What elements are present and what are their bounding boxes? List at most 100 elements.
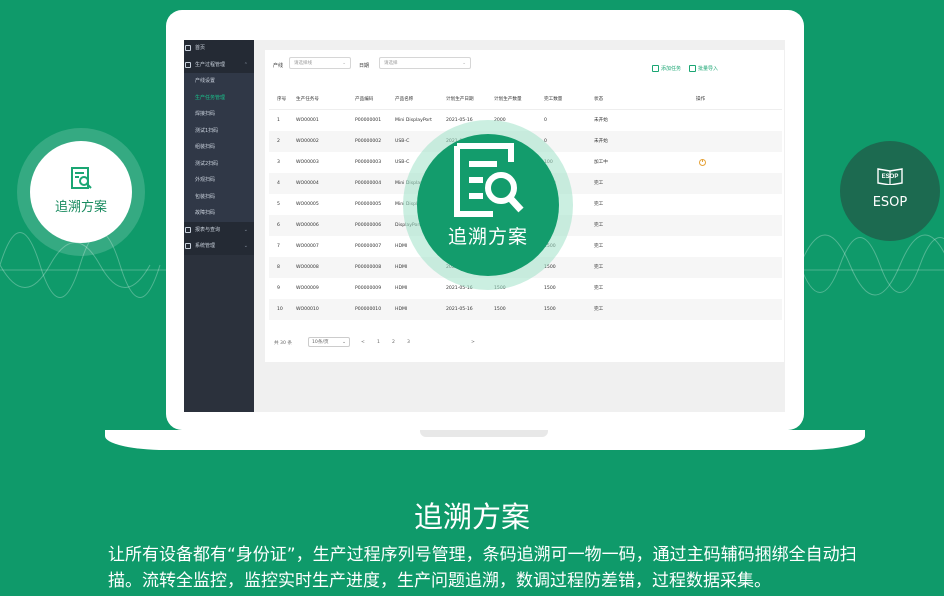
table-cell: HDMI — [395, 307, 408, 312]
right-badge[interactable] — [840, 141, 940, 241]
line-filter-select[interactable]: 请选择线 ⌄ — [289, 57, 351, 69]
column-header: 计划生产数量 — [494, 97, 522, 102]
sidebar-item[interactable]: 组装扫码 — [184, 139, 254, 156]
table-row[interactable]: 10 WO00010 P00000010 HDMI 2021-05-16 1500 1500… — [269, 299, 782, 320]
sidebar-item[interactable]: 测试2扫码 — [184, 155, 254, 172]
sidebar: 首页 生产过程管理 ⌃ 产线设置生产任务管理 焊接扫码测试1扫码组装扫码测试2扫码外观扫… — [184, 40, 254, 412]
table-cell: P00000006 — [355, 223, 382, 228]
sidebar-item-label: 组装扫码 — [195, 144, 216, 150]
chevron-down-icon: ⌄ — [342, 61, 346, 66]
table-cell: 3 — [277, 160, 280, 165]
list-icon — [185, 243, 191, 249]
sidebar-item[interactable]: 生产任务管理 — [184, 89, 254, 106]
table-cell: P00000003 — [355, 160, 382, 165]
import-icon — [689, 65, 696, 72]
left-badge[interactable] — [30, 141, 132, 243]
list-icon — [185, 226, 191, 233]
chevron-icon: ⌃ — [243, 61, 248, 68]
table-cell: 1500 — [544, 286, 556, 291]
column-header: 计划生产日期 — [446, 97, 474, 102]
table-cell: 8 — [277, 265, 280, 270]
table-cell: P00000004 — [355, 181, 382, 186]
table-cell: P00000009 — [355, 286, 382, 291]
sidebar-item[interactable]: 包装扫码 — [184, 188, 254, 205]
table-cell: WO00001 — [296, 118, 319, 123]
table-cell: 5 — [277, 202, 280, 207]
batch-import-button[interactable]: 批量导入 — [689, 65, 718, 72]
sidebar-item-label: 报表与查询 — [195, 226, 221, 233]
table-cell: 2 — [277, 139, 280, 144]
sidebar-item-label: 产线设置 — [195, 78, 216, 84]
document-search-icon — [71, 167, 92, 189]
sidebar-item[interactable]: 首页 — [184, 40, 254, 57]
table-cell: 1500 — [494, 307, 506, 312]
table-cell: P00000002 — [355, 139, 382, 144]
next-page-button[interactable]: > — [471, 340, 475, 345]
table-header: 序号 生产任务号 产品编码 产品名称 计划生产日期 计划生产数量 完工数量 状态 操作 — [269, 90, 782, 110]
sidebar-item-label: 测试2扫码 — [195, 160, 219, 167]
sidebar-item[interactable]: 系统管理 ⌄ — [184, 238, 254, 255]
table-cell: 1 — [277, 118, 280, 123]
date-filter-label: 日期 — [359, 63, 370, 69]
chevron-down-icon: ⌄ — [342, 340, 346, 345]
table-cell: 加工中 — [594, 160, 608, 165]
total-count: 共 30 条 — [274, 341, 292, 346]
table-cell: HDMI — [395, 286, 408, 291]
sidebar-item[interactable]: 外观扫码 — [184, 172, 254, 189]
table-cell: 完工 — [594, 202, 604, 207]
date-filter-input[interactable]: 请选择 ⌄ — [379, 57, 471, 69]
table-cell: 7 — [277, 244, 280, 249]
prev-page-button[interactable]: < — [361, 340, 365, 345]
table-cell: WO00005 — [296, 202, 319, 207]
table-cell: 未开始 — [594, 139, 608, 144]
table-cell: WO00009 — [296, 286, 319, 291]
sidebar-item[interactable]: 测试1扫码 — [184, 122, 254, 139]
power-icon[interactable] — [699, 158, 706, 166]
sidebar-item[interactable]: 生产过程管理 ⌃ — [184, 56, 254, 73]
sidebar-item-label: 系统管理 — [195, 243, 216, 249]
sidebar-item-label: 生产任务管理 — [195, 94, 226, 101]
sidebar-item-label: 焊接扫码 — [195, 111, 216, 117]
table-cell: 完工 — [594, 265, 604, 270]
table-cell: WO00006 — [296, 223, 319, 228]
table-cell: 完工 — [594, 307, 604, 312]
table-cell: 完工 — [594, 223, 604, 228]
svg-text:ESOP: ESOP — [882, 174, 899, 180]
section-description: 让所有设备都有“身份证”，生产过程序列号管理，条码追溯可一物一码，通过主码辅码捆… — [108, 545, 857, 591]
table-cell: 0 — [544, 118, 547, 123]
book-icon: ESOP — [877, 168, 903, 185]
table-cell: 2021-05-16 — [446, 307, 473, 312]
add-task-button[interactable]: 添加任务 — [652, 65, 681, 72]
chevron-icon: ⌄ — [243, 226, 248, 233]
overlay-label: 追溯方案 — [447, 226, 528, 248]
section-title: 追溯方案 — [413, 500, 530, 534]
overlay-badge[interactable] — [417, 134, 559, 276]
page-3-button[interactable]: 3 — [407, 340, 410, 345]
column-header: 状态 — [594, 97, 604, 102]
left-badge-label: 追溯方案 — [54, 200, 107, 215]
sidebar-item[interactable]: 产线设置 — [184, 73, 254, 90]
chevron-down-icon: ⌄ — [462, 61, 466, 66]
column-header: 生产任务号 — [296, 97, 319, 102]
page-2-button[interactable]: 2 — [392, 340, 395, 345]
home-icon — [185, 45, 191, 51]
sidebar-item[interactable]: 焊接扫码 — [184, 106, 254, 123]
plus-document-icon — [652, 65, 659, 72]
table-cell: 6 — [277, 223, 280, 228]
table-cell: 1500 — [544, 307, 556, 312]
line-filter-label: 产线 — [273, 63, 284, 69]
column-header: 产品名称 — [395, 97, 414, 102]
table-cell: WO00002 — [296, 139, 319, 144]
laptop-notch — [420, 430, 548, 437]
table-cell: WO00008 — [296, 265, 319, 270]
page-size-select[interactable]: 10条/页 ⌄ — [308, 337, 350, 347]
page-1-button[interactable]: 1 — [377, 340, 380, 345]
document-search-icon — [454, 143, 524, 217]
sidebar-item-label: 外观扫码 — [195, 177, 216, 183]
table-cell: WO00003 — [296, 160, 319, 165]
right-badge-label: ESOP — [872, 195, 908, 210]
sidebar-item[interactable]: 报表与查询 ⌄ — [184, 221, 254, 238]
table-cell: P00000001 — [355, 118, 382, 123]
table-cell: 完工 — [594, 286, 604, 291]
sidebar-item[interactable]: 故障扫码 — [184, 205, 254, 222]
